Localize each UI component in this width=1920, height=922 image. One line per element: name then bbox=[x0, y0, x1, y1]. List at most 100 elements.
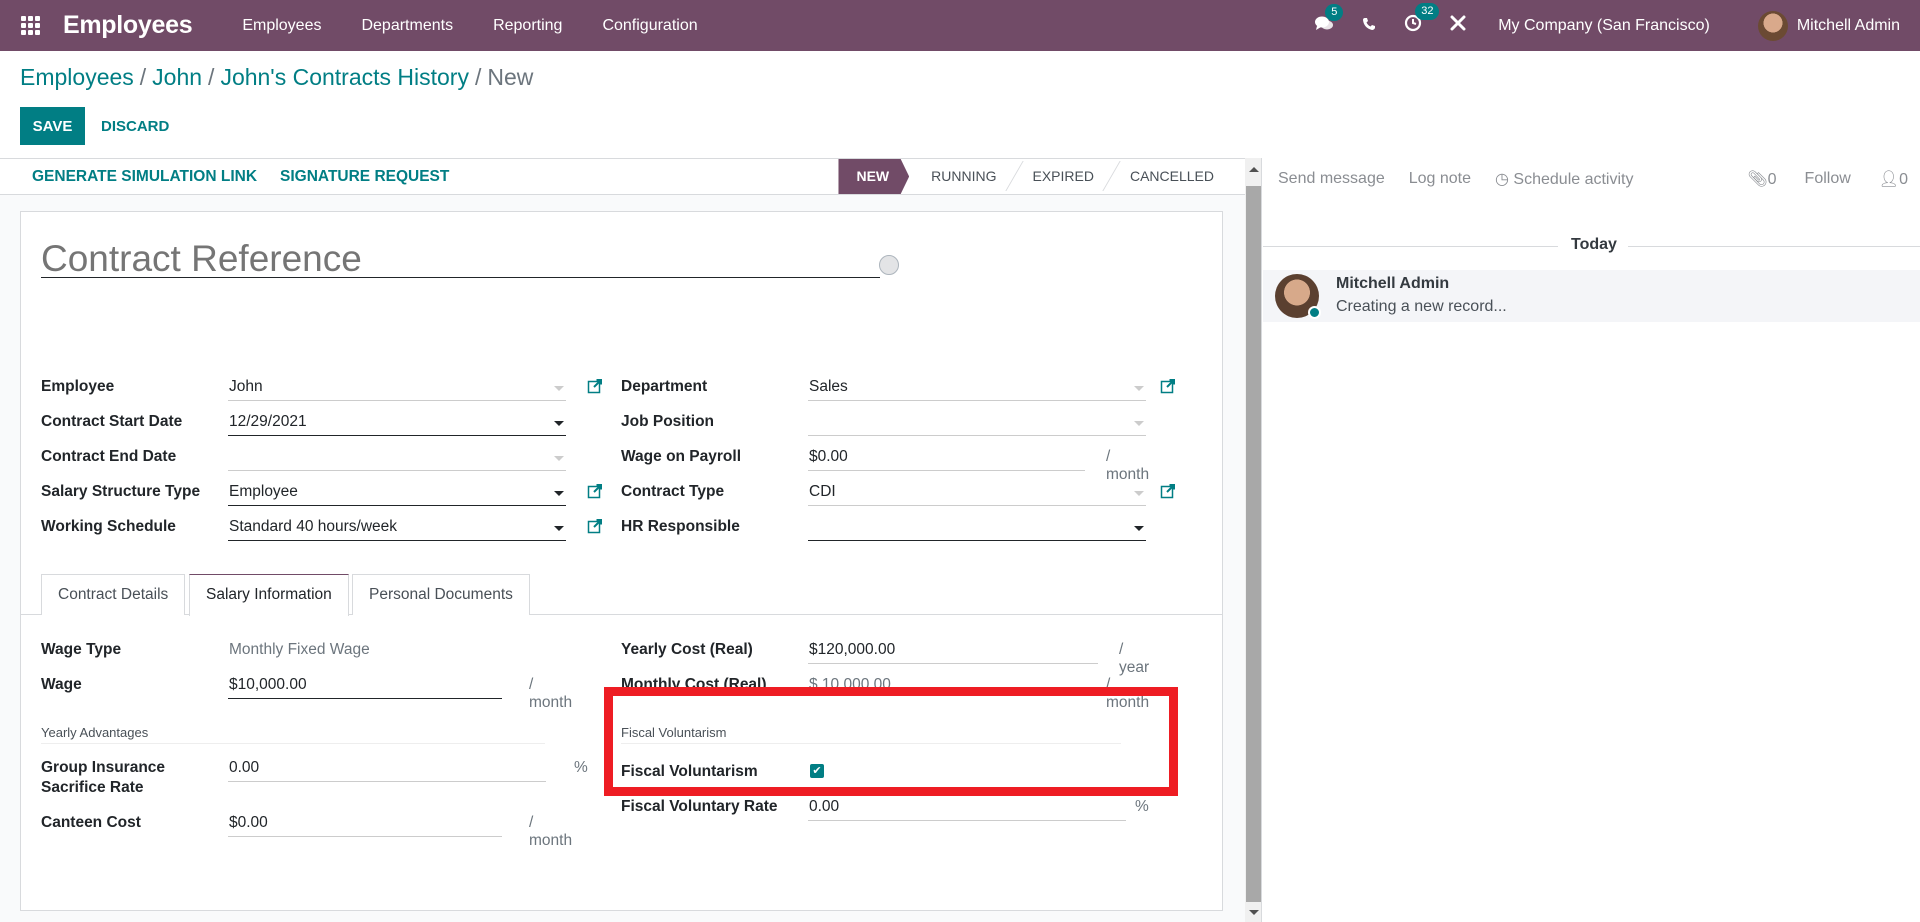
chatter-right-actions: 📎︎0 Follow 👤︎0 bbox=[1747, 158, 1908, 200]
menu-departments[interactable]: Departments bbox=[361, 17, 453, 35]
external-link-icon[interactable] bbox=[587, 518, 603, 534]
wage-input[interactable]: $10,000.00 bbox=[228, 671, 502, 699]
canteen-cost-field: Canteen Cost $0.00 / month bbox=[41, 809, 572, 849]
save-button[interactable]: SAVE bbox=[20, 107, 85, 145]
breadcrumb-contracts-history[interactable]: John's Contracts History bbox=[220, 64, 469, 90]
department-field: Department Sales bbox=[621, 373, 1175, 407]
caret-down-icon bbox=[554, 491, 564, 496]
app-title[interactable]: Employees bbox=[63, 11, 193, 40]
breadcrumb-john[interactable]: John bbox=[152, 64, 202, 90]
contract-reference-input[interactable] bbox=[41, 242, 880, 278]
group-insurance-input[interactable]: 0.00 bbox=[228, 754, 546, 782]
signature-request-button[interactable]: SIGNATURE REQUEST bbox=[280, 159, 449, 194]
caret-down-icon bbox=[554, 456, 564, 461]
wage-on-payroll-input[interactable]: $0.00 bbox=[808, 443, 1085, 471]
monthly-cost-field: Monthly Cost (Real) $ 10,000.00 / month bbox=[621, 671, 1149, 711]
contract-type-input[interactable]: CDI bbox=[808, 478, 1146, 506]
field-value: $0.00 bbox=[809, 448, 848, 465]
department-input[interactable]: Sales bbox=[808, 373, 1146, 401]
breadcrumb-separator: / bbox=[139, 64, 147, 90]
field-label: Salary Structure Type bbox=[41, 483, 201, 500]
external-link-icon[interactable] bbox=[1160, 378, 1176, 394]
tab-personal-documents[interactable]: Personal Documents bbox=[352, 574, 530, 615]
field-value: Employee bbox=[229, 483, 298, 500]
scrollbar-thumb[interactable] bbox=[1246, 186, 1261, 902]
apps-menu-icon[interactable] bbox=[21, 15, 41, 36]
fiscal-voluntarism-checkbox[interactable]: ✔ bbox=[810, 764, 824, 778]
menu-reporting[interactable]: Reporting bbox=[493, 17, 562, 35]
job-position-input[interactable] bbox=[808, 408, 1146, 436]
canteen-cost-input[interactable]: $0.00 bbox=[228, 809, 502, 837]
phone-button[interactable] bbox=[1362, 16, 1376, 36]
contract-start-date-input[interactable]: 12/29/2021 bbox=[228, 408, 566, 436]
field-value: Standard 40 hours/week bbox=[229, 518, 398, 535]
tab-salary-information[interactable]: Salary Information bbox=[189, 574, 349, 616]
activities-button[interactable]: 32 bbox=[1404, 3, 1440, 37]
form-view: GENERATE SIMULATION LINK SIGNATURE REQUE… bbox=[0, 158, 1245, 922]
debug-tools-button[interactable] bbox=[1450, 15, 1466, 36]
external-link-icon[interactable] bbox=[587, 378, 603, 394]
stage-expired[interactable]: EXPIRED bbox=[1011, 159, 1108, 194]
yearly-cost-input[interactable]: $120,000.00 bbox=[808, 636, 1098, 664]
form-scrollbar[interactable] bbox=[1245, 158, 1262, 922]
message-author[interactable]: Mitchell Admin bbox=[1336, 275, 1449, 293]
wage-type-value[interactable]: Monthly Fixed Wage bbox=[228, 636, 498, 664]
scroll-down-arrow-icon[interactable] bbox=[1249, 910, 1259, 915]
menu-employees[interactable]: Employees bbox=[242, 17, 321, 35]
menu-configuration[interactable]: Configuration bbox=[602, 17, 697, 35]
generate-simulation-link-button[interactable]: GENERATE SIMULATION LINK bbox=[32, 159, 257, 194]
hr-responsible-input[interactable] bbox=[808, 513, 1146, 541]
kanban-state-indicator[interactable] bbox=[879, 255, 899, 275]
message-body: Creating a new record... bbox=[1336, 298, 1507, 315]
user-avatar[interactable] bbox=[1757, 10, 1788, 41]
follow-button[interactable]: Follow bbox=[1805, 170, 1851, 188]
field-label: Contract End Date bbox=[41, 448, 177, 465]
scroll-up-arrow-icon[interactable] bbox=[1249, 167, 1259, 172]
caret-down-icon bbox=[554, 386, 564, 391]
salary-structure-type-input[interactable]: Employee bbox=[228, 478, 566, 506]
stage-pipeline: NEW RUNNING EXPIRED CANCELLED bbox=[838, 159, 1228, 194]
employee-input[interactable]: John bbox=[228, 373, 566, 401]
stage-running[interactable]: RUNNING bbox=[909, 159, 1010, 194]
attachments-button[interactable]: 📎︎0 bbox=[1747, 169, 1776, 189]
external-link-icon[interactable] bbox=[1160, 483, 1176, 499]
working-schedule-input[interactable]: Standard 40 hours/week bbox=[228, 513, 566, 541]
date-separator-label: Today bbox=[1571, 236, 1617, 253]
followers-count: 0 bbox=[1899, 171, 1908, 188]
wage-type-field: Wage Type Monthly Fixed Wage bbox=[41, 636, 498, 670]
unit-label: / month bbox=[529, 676, 573, 711]
user-menu[interactable]: Mitchell Admin bbox=[1797, 17, 1900, 35]
messages-badge: 5 bbox=[1325, 3, 1344, 21]
messaging-button[interactable]: 5 bbox=[1314, 3, 1344, 37]
discard-button[interactable]: DISCARD bbox=[92, 107, 178, 145]
field-label: Monthly Cost (Real) bbox=[621, 676, 767, 693]
unit-label: % bbox=[1135, 798, 1149, 815]
send-message-button[interactable]: Send message bbox=[1278, 170, 1385, 188]
external-link-icon[interactable] bbox=[587, 483, 603, 499]
stage-new[interactable]: NEW bbox=[838, 159, 910, 194]
fiscal-voluntary-rate-input[interactable]: 0.00 bbox=[808, 793, 1126, 821]
schedule-activity-label: Schedule activity bbox=[1513, 171, 1634, 188]
log-note-button[interactable]: Log note bbox=[1409, 170, 1471, 188]
breadcrumb-employees[interactable]: Employees bbox=[20, 64, 134, 90]
wage-field: Wage $10,000.00 / month bbox=[41, 671, 572, 711]
field-label: Contract Type bbox=[621, 483, 725, 500]
hr-responsible-field: HR Responsible bbox=[621, 513, 1146, 547]
caret-down-icon bbox=[1134, 526, 1144, 531]
tab-contract-details[interactable]: Contract Details bbox=[41, 574, 186, 615]
fiscal-voluntarism-field: Fiscal Voluntarism ✔ bbox=[621, 758, 824, 792]
yearly-cost-field: Yearly Cost (Real) $120,000.00 / year bbox=[621, 636, 1149, 676]
divider bbox=[1628, 246, 1920, 247]
stage-cancelled[interactable]: CANCELLED bbox=[1108, 159, 1228, 194]
monthly-cost-value: $ 10,000.00 bbox=[809, 676, 891, 693]
chatter-message: Mitchell Admin Creating a new record... bbox=[1263, 270, 1920, 322]
field-label: Employee bbox=[41, 378, 115, 395]
activities-badge: 32 bbox=[1415, 3, 1440, 20]
schedule-activity-button[interactable]: ◷ Schedule activity bbox=[1495, 169, 1633, 189]
company-switcher[interactable]: My Company (San Francisco) bbox=[1498, 17, 1710, 35]
date-separator: Today bbox=[1263, 236, 1920, 256]
contract-end-date-input[interactable] bbox=[228, 443, 566, 471]
clock-icon: ◷ bbox=[1495, 171, 1514, 188]
attachments-count: 0 bbox=[1767, 171, 1777, 188]
followers-button[interactable]: 👤︎0 bbox=[1879, 169, 1908, 189]
